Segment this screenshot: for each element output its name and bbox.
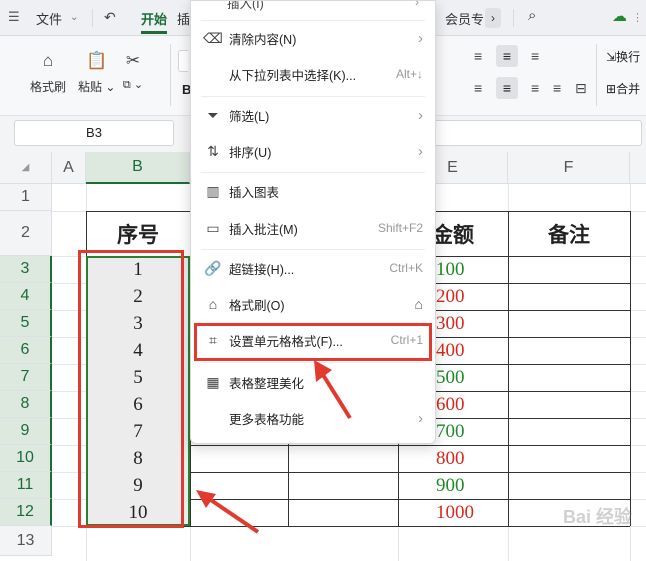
menu-item-insert-chart[interactable]: ▥ 插入图表 xyxy=(191,174,435,208)
filter-icon: ⏷ xyxy=(207,106,219,123)
table-border xyxy=(508,211,509,526)
cell-amount[interactable]: 900 xyxy=(398,472,508,499)
align-left-icon[interactable]: ≡ xyxy=(474,80,482,96)
menu-item-pick-from-list[interactable]: 从下拉列表中选择(K)... Alt+↓ xyxy=(191,57,435,91)
eraser-icon: ⌫ xyxy=(203,29,223,46)
wrap-text-button[interactable]: ⇲换行 xyxy=(606,48,640,65)
menu-item-clear-contents[interactable]: ⌫ 清除内容(N) › xyxy=(191,21,435,55)
comment-icon: ▭ xyxy=(206,219,220,236)
brush-icon: ⌂ xyxy=(42,51,54,70)
row-header-6[interactable]: 6 xyxy=(0,337,52,364)
tab-home[interactable]: 开始 xyxy=(141,9,167,28)
row-header-13[interactable]: 13 xyxy=(0,526,52,556)
row-header-12[interactable]: 12 xyxy=(0,499,52,526)
select-all-corner[interactable]: ◢ xyxy=(0,152,52,184)
sort-icon: ⇅ xyxy=(207,142,219,159)
format-painter-button[interactable]: ⌂ 格式刷 xyxy=(30,50,66,95)
justify-icon[interactable]: ≡ xyxy=(553,80,561,96)
cloud-sync-icon[interactable]: ☁ xyxy=(612,7,627,25)
watermark: Bai 经验 xyxy=(562,507,632,527)
align-middle-icon[interactable]: ≡ xyxy=(496,45,518,67)
formula-input[interactable] xyxy=(432,120,642,146)
clipboard-icon: 📋 xyxy=(86,51,108,70)
search-icon[interactable]: ⌕ xyxy=(528,7,536,24)
align-bottom-icon[interactable]: ≡ xyxy=(531,48,539,64)
active-tab-indicator xyxy=(141,31,167,34)
align-center-icon[interactable]: ≡ xyxy=(496,77,518,99)
copy-icon[interactable]: ⧉ ⌄ xyxy=(123,78,143,92)
row-header-4[interactable]: 4 xyxy=(0,283,52,310)
chevron-down-icon[interactable]: ⌄ xyxy=(70,12,78,23)
cell-amount[interactable]: 800 xyxy=(398,445,508,472)
row-header-5[interactable]: 5 xyxy=(0,310,52,337)
row-header-11[interactable]: 11 xyxy=(0,472,52,499)
cut-button[interactable]: ✂ ⧉ ⌄ xyxy=(122,50,144,92)
annotation-arrow-menu xyxy=(314,360,352,420)
row-header-8[interactable]: 8 xyxy=(0,391,52,418)
brush-small-icon: ⌂ xyxy=(414,296,423,312)
header-remark[interactable]: 备注 xyxy=(508,211,630,256)
link-icon: 🔗 xyxy=(204,259,222,276)
row-header-2[interactable]: 2 xyxy=(0,211,52,256)
table-border xyxy=(630,211,631,526)
submenu-chevron-icon: › xyxy=(418,409,423,427)
more-icon[interactable]: ⋮ xyxy=(632,11,643,24)
font-name-select[interactable] xyxy=(178,50,188,72)
scissors-icon: ✂ xyxy=(125,51,141,70)
column-header-b[interactable]: B xyxy=(86,152,190,184)
menu-item-insert-comment[interactable]: ▭ 插入批注(M) Shift+F2 xyxy=(191,211,435,245)
column-header-a[interactable]: A xyxy=(52,152,86,184)
row-header-7[interactable]: 7 xyxy=(0,364,52,391)
align-right-icon[interactable]: ≡ xyxy=(531,80,539,96)
submenu-chevron-icon: › xyxy=(418,29,423,47)
menu-item-filter[interactable]: ⏷ 筛选(L) › xyxy=(191,98,435,132)
brush-icon: ⌂ xyxy=(208,296,218,312)
menu-icon[interactable]: ☰ xyxy=(8,9,20,25)
row-header-1[interactable]: 1 xyxy=(0,184,52,211)
cell-amount[interactable]: 1000 xyxy=(398,499,508,526)
tab-member[interactable]: 会员专 xyxy=(445,9,484,28)
highlight-box-selection xyxy=(78,250,184,528)
tab-insert[interactable]: 插 xyxy=(177,9,190,28)
chevron-right-icon[interactable]: › xyxy=(485,8,501,28)
row-header-10[interactable]: 10 xyxy=(0,445,52,472)
menu-item-format-painter[interactable]: ⌂ 格式刷(O) ⌂ xyxy=(191,287,435,321)
column-header-g[interactable] xyxy=(630,152,646,184)
row-header-3[interactable]: 3 xyxy=(0,256,52,283)
menu-item-cutoff[interactable]: 插入(I) › xyxy=(191,1,435,15)
name-box[interactable]: B3 xyxy=(14,120,174,146)
table-style-icon: ▦ xyxy=(206,373,220,390)
paste-button[interactable]: 📋 粘贴 ⌄ xyxy=(78,50,115,95)
menu-item-hyperlink[interactable]: 🔗 超链接(H)... Ctrl+K xyxy=(191,251,435,285)
column-header-f[interactable]: F xyxy=(508,152,630,184)
submenu-chevron-icon: › xyxy=(418,142,423,160)
align-top-icon[interactable]: ≡ xyxy=(474,48,482,64)
merge-button[interactable]: ⊞合并 xyxy=(606,80,640,97)
distribute-icon[interactable]: ⊟ xyxy=(575,80,587,97)
undo-icon[interactable]: ↶ xyxy=(104,9,116,26)
annotation-arrow-selection xyxy=(196,490,260,534)
menu-item-sort[interactable]: ⇅ 排序(U) › xyxy=(191,134,435,168)
file-menu[interactable]: 文件 xyxy=(36,9,62,28)
row-header-9[interactable]: 9 xyxy=(0,418,52,445)
submenu-chevron-icon: › xyxy=(418,106,423,124)
chart-icon: ▥ xyxy=(206,182,220,199)
